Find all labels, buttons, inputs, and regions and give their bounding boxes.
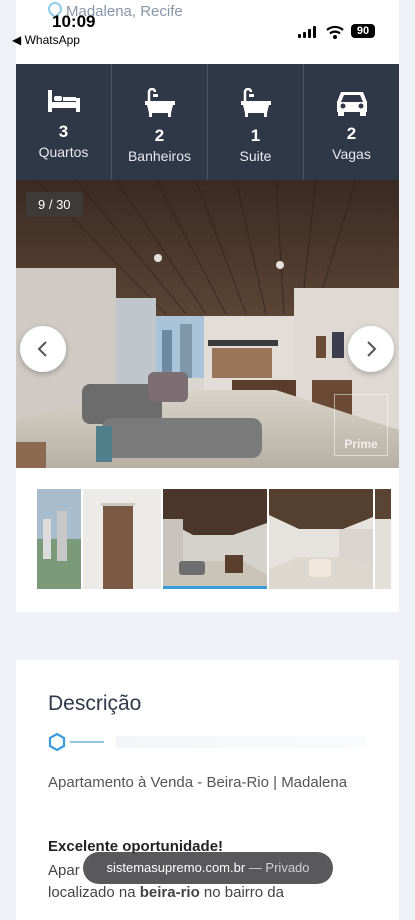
feature-suite: 1 Suite (208, 64, 304, 180)
feature-value: 1 (250, 126, 261, 145)
status-time: 10:09 (52, 12, 96, 31)
status-bar: Madalena, Recife 10:09 ◀ WhatsApp 90 (0, 0, 415, 52)
back-to-app-link[interactable]: ◀ WhatsApp (12, 33, 80, 47)
watermark-logo: Prime (334, 394, 388, 456)
body-prefix: localizado na (48, 884, 140, 901)
feature-bathrooms: 2 Banheiros (112, 64, 208, 180)
thumb-image (375, 489, 391, 589)
body-suffix: no bairro da (199, 884, 284, 901)
bathtub-icon (240, 88, 271, 117)
feature-parking: 2 Vagas (304, 64, 399, 180)
prev-photo-button[interactable] (20, 326, 66, 372)
feature-label: Suite (239, 148, 272, 164)
chevron-left-icon (37, 341, 47, 357)
url-text: sistemasupremo.com.br (106, 860, 246, 875)
feature-value: 2 (154, 126, 165, 145)
thumbnail[interactable] (37, 489, 81, 589)
feature-label: Quartos (38, 144, 89, 160)
feature-label: Banheiros (127, 148, 192, 164)
thumbnail-strip (37, 489, 391, 591)
description-title: Descrição (48, 692, 142, 715)
feature-label: Vagas (332, 146, 371, 162)
hexagon-icon (48, 732, 66, 752)
thumbnail[interactable] (375, 489, 391, 589)
car-icon (336, 92, 367, 116)
browsing-mode: — Privado (248, 860, 310, 875)
features-bar: 3 Quartos 2 Banheiros 1 Suite 2 Vagas (16, 64, 399, 180)
photo-counter: 9 / 30 (26, 192, 83, 217)
thumbnail[interactable] (83, 489, 161, 589)
feature-bedrooms: 3 Quartos (16, 64, 112, 180)
battery-indicator: 90 (351, 24, 375, 38)
bed-icon (47, 90, 80, 112)
cellular-signal-icon (298, 26, 318, 38)
thumbnail[interactable] (163, 489, 267, 589)
chevron-right-icon (367, 341, 377, 357)
main-photo[interactable]: 9 / 30 Prime (16, 180, 399, 468)
thumb-image (37, 489, 81, 589)
feature-value: 3 (58, 122, 69, 141)
wifi-icon (326, 25, 344, 39)
description-text: Apartamento à Venda - Beira-Rio | Madale… (48, 774, 348, 791)
property-card: 3 Quartos 2 Banheiros 1 Suite 2 Vagas 9 … (16, 0, 399, 612)
divider-fade (116, 736, 366, 748)
divider-line (70, 741, 104, 743)
browser-url-bar[interactable]: sistemasupremo.com.br — Privado (83, 852, 333, 884)
watermark-text: Prime (344, 437, 378, 451)
description-body-line2: localizado na beira-rio no bairro da (48, 882, 378, 904)
thumb-image (83, 489, 161, 589)
next-photo-button[interactable] (348, 326, 394, 372)
thumb-image (163, 489, 267, 589)
bathtub-icon (144, 88, 175, 117)
thumbnail[interactable] (269, 489, 373, 589)
body-bold: beira-rio (139, 884, 200, 901)
thumb-image (269, 489, 373, 589)
feature-value: 2 (346, 124, 357, 143)
